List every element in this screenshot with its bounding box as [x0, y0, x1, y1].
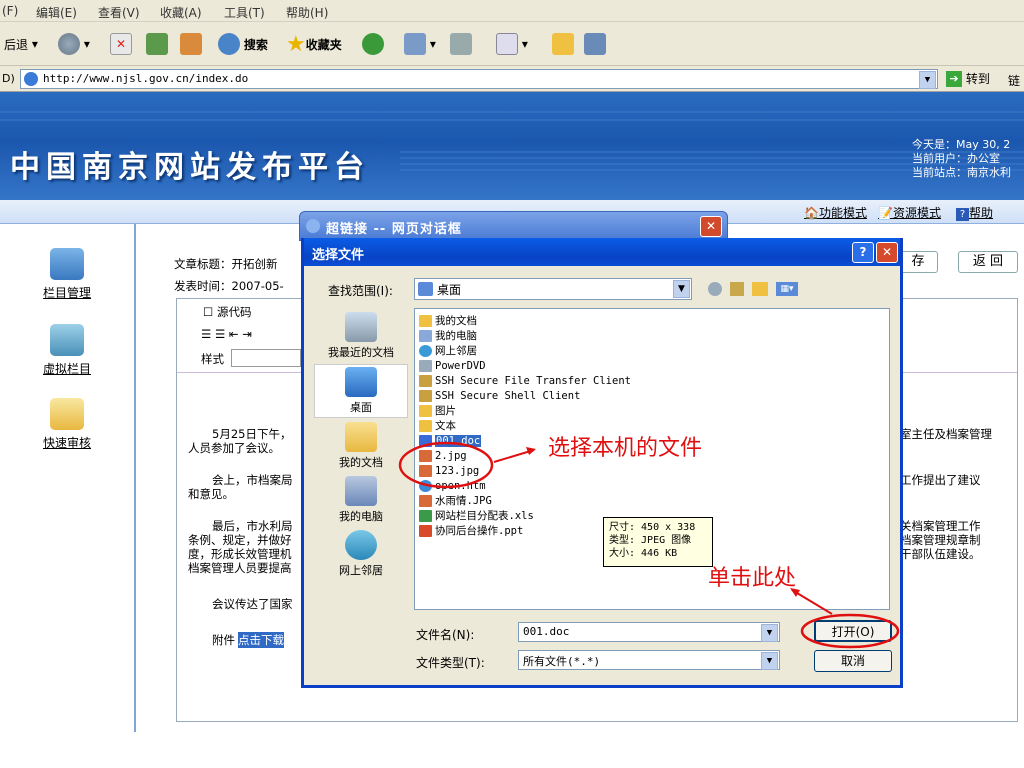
click-here-arrow [791, 589, 833, 615]
click-here-annotation: 单击此处 [708, 566, 797, 591]
open-button-circle [800, 613, 900, 649]
annotation-layer [398, 441, 900, 649]
select-file-annotation: 选择本机的文件 [548, 436, 703, 461]
select-file-arrowhead [526, 447, 536, 455]
select-file-circle [398, 441, 494, 489]
